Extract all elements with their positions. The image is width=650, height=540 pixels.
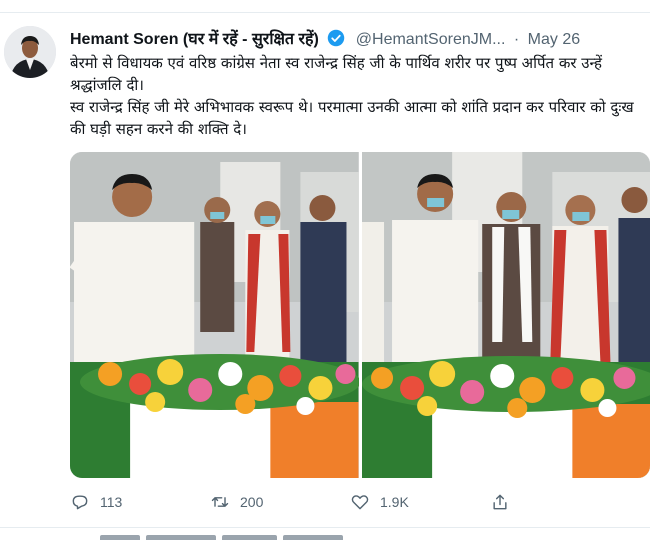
tweet-header: Hemant Soren (घर में रहें - सुरक्षित रहे… xyxy=(70,27,640,49)
next-tweet-preview xyxy=(100,532,400,540)
retweet-icon xyxy=(211,497,229,507)
tweet-text: बेरमो से विधायक एवं वरिष्ठ कांग्रेस नेता… xyxy=(70,52,640,140)
tweet-text-paragraph-1: बेरमो से विधायक एवं वरिष्ठ कांग्रेस नेता… xyxy=(70,54,602,94)
avatar[interactable] xyxy=(4,26,56,78)
tweet-photo-1[interactable] xyxy=(70,152,359,478)
header-separator: · xyxy=(513,31,520,48)
tweet-photo-2[interactable] xyxy=(361,152,650,478)
bottom-divider xyxy=(0,527,650,528)
tweet-media xyxy=(70,152,650,478)
tweet-date[interactable]: May 26 xyxy=(528,31,580,48)
retweet-button[interactable]: 200 xyxy=(210,489,350,515)
like-button[interactable]: 1.9K xyxy=(350,489,490,515)
reply-button[interactable]: 113 xyxy=(70,489,210,515)
verified-badge-icon xyxy=(327,29,345,52)
tweet-text-paragraph-2: स्व राजेन्द्र सिंह जी मेरे अभिभावक स्वरू… xyxy=(70,98,634,138)
tweet-actions: 113 200 1.9K xyxy=(70,489,630,515)
top-divider xyxy=(0,12,650,13)
share-button[interactable] xyxy=(490,489,630,515)
author-name[interactable]: Hemant Soren (घर में रहें - सुरक्षित रहे… xyxy=(70,31,319,48)
reply-icon xyxy=(72,495,88,510)
share-icon xyxy=(493,494,507,510)
like-icon xyxy=(351,495,369,510)
like-count: 1.9K xyxy=(380,494,409,510)
retweet-count: 200 xyxy=(240,494,264,510)
author-handle[interactable]: @HemantSorenJM... xyxy=(356,31,506,48)
reply-count: 113 xyxy=(100,494,123,510)
